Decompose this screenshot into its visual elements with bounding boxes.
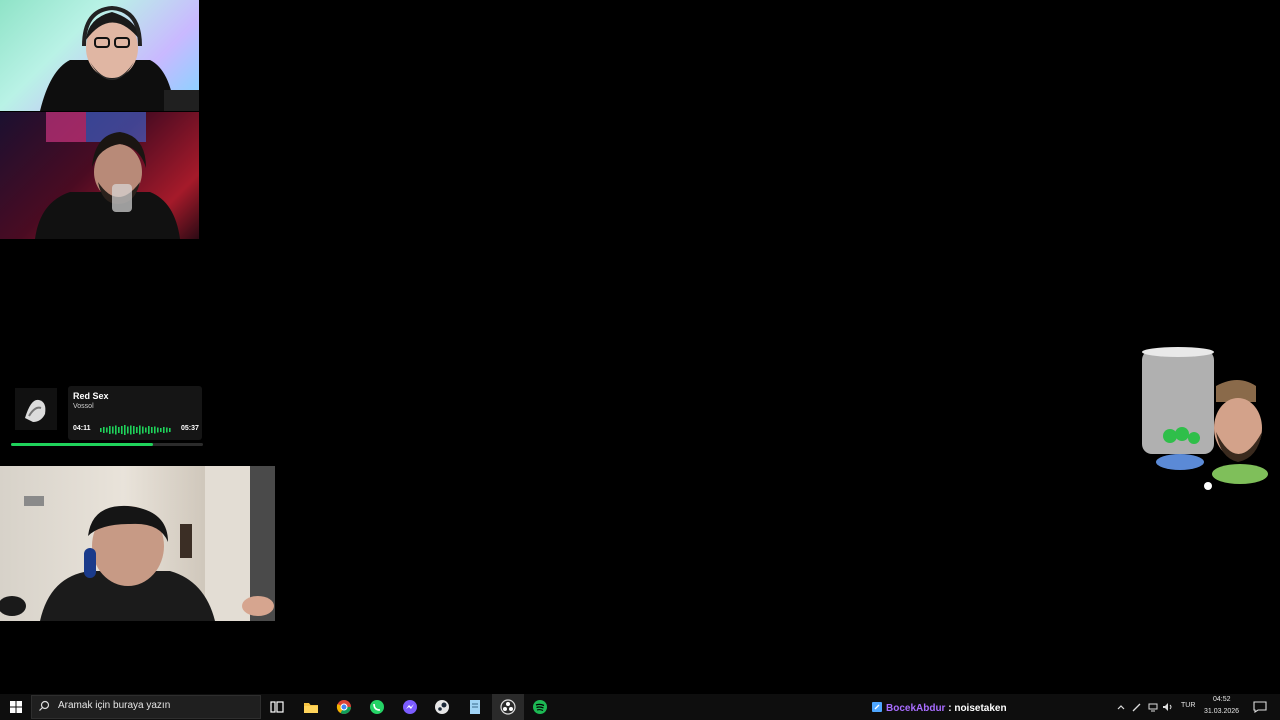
track-duration: 05:37 bbox=[181, 425, 199, 432]
audio-waveform-icon bbox=[100, 425, 171, 435]
waveform-bar bbox=[142, 426, 144, 434]
windows-logo-icon bbox=[10, 701, 22, 713]
search-icon bbox=[39, 700, 50, 711]
windows-taskbar bbox=[0, 694, 1280, 720]
waveform-bar bbox=[139, 425, 141, 435]
waveform-bar bbox=[151, 427, 153, 433]
spotify-button[interactable] bbox=[528, 694, 552, 720]
track-elapsed-time: 04:11 bbox=[73, 425, 91, 432]
chevron-up-icon bbox=[1117, 705, 1125, 710]
clock-time[interactable]: 04:52 bbox=[1213, 696, 1231, 703]
task-view-icon bbox=[270, 701, 284, 713]
waveform-bar bbox=[130, 425, 132, 435]
waveform-bar bbox=[109, 426, 111, 434]
waveform-bar bbox=[118, 427, 120, 433]
spotify-icon bbox=[533, 700, 547, 714]
pen-icon bbox=[1132, 703, 1141, 712]
chat-username: BocekAbdur bbox=[886, 703, 946, 714]
network-tray-button[interactable] bbox=[1146, 694, 1160, 720]
whatsapp-button[interactable] bbox=[365, 694, 389, 720]
file-explorer-button[interactable] bbox=[299, 694, 323, 720]
waveform-bar bbox=[100, 428, 102, 432]
chrome-icon bbox=[336, 700, 351, 714]
track-progress-bar bbox=[11, 443, 203, 446]
pen-tray-button[interactable] bbox=[1130, 694, 1144, 720]
waveform-bar bbox=[121, 426, 123, 434]
volume-tray-button[interactable] bbox=[1161, 694, 1175, 720]
speaker-icon bbox=[1163, 703, 1172, 711]
webcam-person-3-image bbox=[0, 466, 275, 621]
waveform-bar bbox=[157, 427, 159, 433]
whatsapp-icon bbox=[370, 700, 384, 714]
task-view-button[interactable] bbox=[265, 694, 289, 720]
waveform-bar bbox=[112, 426, 114, 434]
search-placeholder[interactable]: Aramak için buraya yazın bbox=[58, 700, 170, 711]
waveform-bar bbox=[166, 427, 168, 433]
waveform-bar bbox=[124, 425, 126, 435]
chat-separator: : bbox=[945, 703, 955, 714]
webcam-feed-1 bbox=[0, 0, 199, 111]
waveform-bar bbox=[160, 428, 162, 432]
waveform-bar bbox=[106, 427, 108, 433]
chat-text: noisetaken bbox=[954, 703, 1007, 714]
chrome-button[interactable] bbox=[332, 694, 356, 720]
track-title: Red Sex bbox=[73, 391, 109, 401]
input-language[interactable]: TUR bbox=[1181, 702, 1195, 709]
waveform-bar bbox=[169, 428, 171, 432]
chat-badge-icon bbox=[872, 702, 882, 712]
action-center-button[interactable] bbox=[1250, 694, 1270, 720]
webcam-person-1-image bbox=[40, 5, 199, 111]
track-progress-fill bbox=[11, 443, 154, 446]
track-artist: Vossol bbox=[73, 403, 94, 410]
clock-date[interactable]: 31.03.2026 bbox=[1204, 708, 1239, 715]
album-art bbox=[15, 388, 57, 430]
steam-button[interactable] bbox=[430, 694, 454, 720]
obs-icon bbox=[500, 699, 516, 715]
stream-overlay-sticker bbox=[1140, 346, 1270, 492]
waveform-bar bbox=[127, 426, 129, 434]
file-explorer-icon bbox=[304, 703, 318, 713]
messenger-button[interactable] bbox=[398, 694, 422, 720]
network-icon bbox=[1148, 703, 1158, 712]
webcam-feed-3 bbox=[0, 466, 275, 621]
waveform-bar bbox=[103, 427, 105, 433]
webcam-feed-2 bbox=[0, 112, 199, 239]
start-button[interactable] bbox=[4, 694, 28, 720]
steam-icon bbox=[435, 700, 449, 714]
waveform-bar bbox=[133, 426, 135, 434]
webcam-person-2-image bbox=[35, 112, 180, 239]
messenger-icon bbox=[403, 700, 417, 714]
waveform-bar bbox=[145, 427, 147, 433]
notepad-icon bbox=[470, 700, 480, 714]
notification-icon bbox=[1253, 701, 1267, 713]
notepad-button[interactable] bbox=[463, 694, 487, 720]
waveform-bar bbox=[148, 426, 150, 434]
show-hidden-icons-button[interactable] bbox=[1114, 694, 1128, 720]
waveform-bar bbox=[163, 427, 165, 433]
chat-message: BocekAbdur : noisetaken bbox=[872, 702, 1007, 714]
waveform-bar bbox=[115, 425, 117, 435]
obs-button[interactable] bbox=[496, 694, 520, 720]
waveform-bar bbox=[136, 427, 138, 433]
waveform-bar bbox=[154, 426, 156, 434]
